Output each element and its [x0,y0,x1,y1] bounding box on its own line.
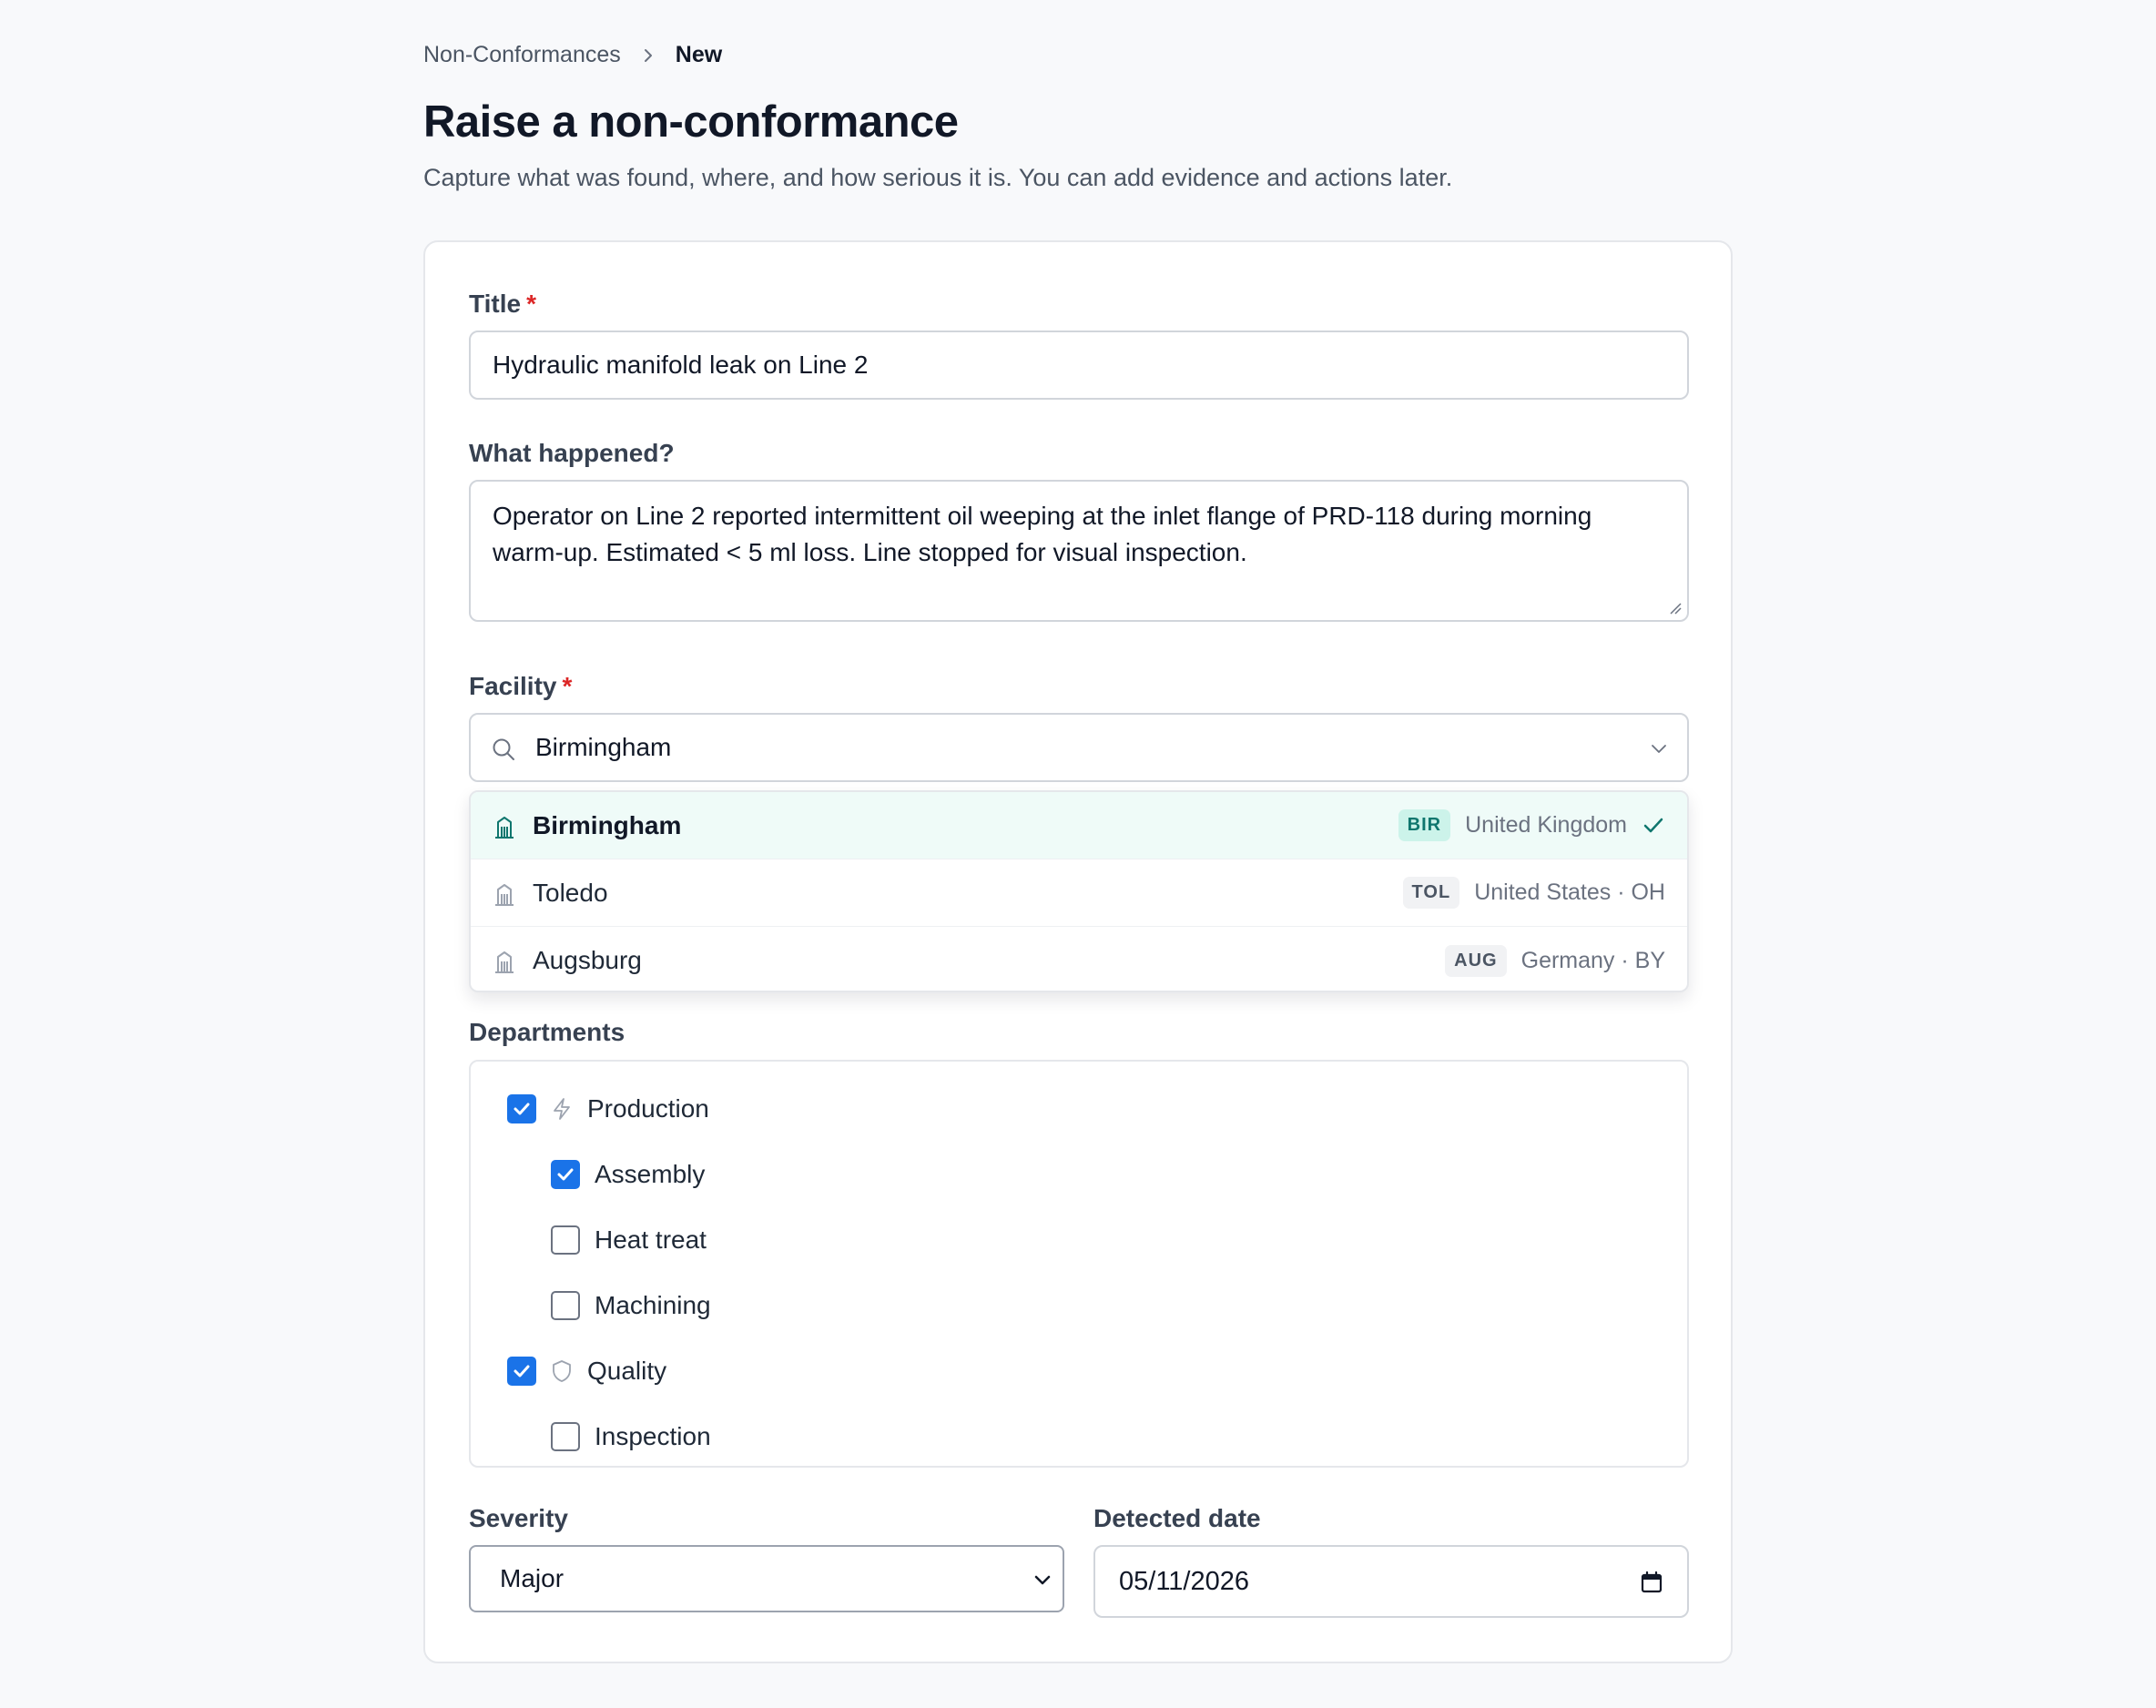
facility-option-name: Birmingham [533,810,682,839]
detected-date-value: 05/11/2026 [1119,1567,1249,1596]
facility-option[interactable]: Augsburg AUG Germany · BY [471,927,1687,991]
description-value: Operator on Line 2 reported intermittent… [493,502,1592,566]
required-marker: * [562,672,573,700]
facility-option[interactable]: Toledo TOL United States · OH [471,859,1687,927]
page-subtitle: Capture what was found, where, and how s… [423,164,1453,191]
building-icon [495,951,514,973]
form-card: Title * Hydraulic manifold leak on Line 2… [423,240,1733,1663]
department-checkbox[interactable] [551,1160,580,1189]
chevron-down-icon[interactable] [1649,738,1669,758]
facility-region: Germany · BY [1520,947,1665,973]
title-input-value: Hydraulic manifold leak on Line 2 [493,351,869,379]
department-label: Assembly [595,1160,706,1188]
breadcrumb-link-non-conformances[interactable]: Non-Conformances [423,42,621,68]
departments-label: Departments [469,1018,625,1046]
facility-code-badge: AUG [1445,944,1507,977]
facility-option[interactable]: Birmingham BIR United Kingdom [471,792,1687,859]
department-label: Quality [587,1357,667,1385]
building-icon [495,817,514,839]
department-checkbox[interactable] [507,1094,536,1123]
facility-label-text: Facility [469,672,557,700]
building-icon [495,884,514,906]
shield-icon [553,1360,571,1382]
department-label: Production [587,1094,709,1123]
facility-label: Facility * [469,672,572,701]
detected-date-label: Detected date [1093,1504,1261,1532]
facility-code-badge: BIR [1398,809,1451,841]
department-checkbox[interactable] [551,1291,580,1320]
department-label: Inspection [595,1422,711,1450]
severity-select[interactable]: Major [469,1545,1064,1612]
facility-option-name: Augsburg [533,946,642,974]
department-item-production[interactable]: Production [507,1094,709,1123]
check-icon [557,1168,574,1181]
title-input[interactable]: Hydraulic manifold leak on Line 2 [469,330,1689,400]
search-icon [493,738,514,760]
severity-label: Severity [469,1504,568,1532]
description-label: What happened? [469,439,675,467]
facility-combobox[interactable]: Birmingham [469,713,1689,782]
facility-code-badge: TOL [1402,877,1460,909]
facility-region: United Kingdom [1465,812,1627,838]
department-item-heat-treat[interactable]: Heat treat [551,1225,707,1255]
department-item-machining[interactable]: Machining [551,1291,711,1320]
chevron-down-icon [1034,1575,1051,1585]
facility-option-name: Toledo [533,878,608,907]
breadcrumb: Non-Conformances New [423,42,722,68]
department-label: Heat treat [595,1225,707,1254]
department-checkbox[interactable] [507,1357,536,1386]
title-label: Title * [469,290,536,319]
facility-region: United States · OH [1474,879,1665,905]
severity-value: Major [500,1564,564,1592]
department-label: Machining [595,1291,711,1319]
calendar-icon[interactable] [1640,1571,1663,1594]
department-item-inspection[interactable]: Inspection [551,1422,711,1451]
resize-grip-icon[interactable] [1667,600,1682,615]
department-item-assembly[interactable]: Assembly [551,1160,705,1189]
facility-dropdown: Birmingham BIR United Kingdom Toledo TOL… [469,790,1689,992]
department-checkbox[interactable] [551,1225,580,1255]
description-textarea[interactable]: Operator on Line 2 reported intermittent… [469,480,1689,622]
breadcrumb-current: New [675,42,723,67]
chevron-right-icon [641,48,656,63]
departments-tree: Production Assembly Heat treat Machining [469,1060,1689,1468]
title-label-text: Title [469,290,522,318]
check-icon [514,1103,530,1115]
facility-search-value: Birmingham [535,733,672,761]
required-marker: * [526,290,536,318]
check-icon [514,1365,530,1378]
detected-date-input[interactable]: 05/11/2026 [1093,1545,1689,1618]
department-checkbox[interactable] [551,1422,580,1451]
checkmark-icon [1643,818,1663,832]
department-item-quality[interactable]: Quality [507,1357,666,1386]
lightning-icon [554,1098,570,1120]
page-title: Raise a non-conformance [423,97,959,147]
